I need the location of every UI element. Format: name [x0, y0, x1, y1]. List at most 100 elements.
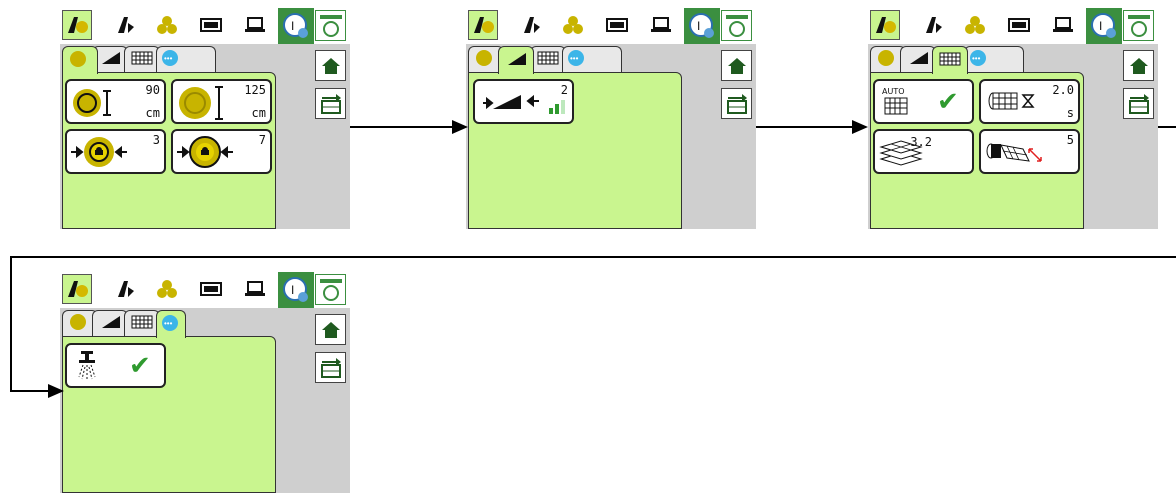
- clock-gear-icon[interactable]: I: [278, 272, 314, 308]
- tab-more[interactable]: •••: [156, 46, 216, 73]
- menu-arrow-icon[interactable]: [721, 88, 752, 119]
- svg-text:•••: •••: [164, 54, 173, 63]
- laptop-icon[interactable]: [646, 10, 676, 40]
- menu-arrow-icon[interactable]: [315, 352, 346, 383]
- tab-net[interactable]: [124, 46, 160, 73]
- tab-knife[interactable]: [498, 46, 534, 74]
- tile-value: 5: [1066, 133, 1074, 147]
- arrow-head: [852, 120, 868, 134]
- knives-icon: [481, 89, 541, 119]
- tab-more[interactable]: •••: [156, 310, 186, 338]
- content-panel: 90 cm 125 cm 3 7: [62, 72, 276, 229]
- menu-arrow-icon[interactable]: [1123, 88, 1154, 119]
- bales-icon[interactable]: [960, 10, 990, 40]
- menu-arrow-icon[interactable]: [315, 88, 346, 119]
- tractor-baler-icon[interactable]: [62, 274, 92, 304]
- tractor-baler-icon[interactable]: [468, 10, 498, 40]
- clock-gear-icon[interactable]: I: [1086, 8, 1122, 44]
- knife-tab-icon: [101, 50, 121, 70]
- arrow-head: [452, 120, 468, 134]
- screen-icon[interactable]: [602, 10, 632, 40]
- screen-icon[interactable]: [196, 274, 226, 304]
- tile-sprayer[interactable]: ✔: [65, 343, 166, 388]
- counter-reset-icon[interactable]: [315, 10, 346, 41]
- bales-icon[interactable]: [558, 10, 588, 40]
- counter-reset-icon[interactable]: [1123, 10, 1154, 41]
- svg-text:I: I: [697, 19, 700, 33]
- laptop-icon[interactable]: [1048, 10, 1078, 40]
- bales-icon[interactable]: [152, 10, 182, 40]
- screen-1: I ••• 90 cm 125 cm 3 7: [60, 8, 350, 229]
- laptop-icon[interactable]: [240, 274, 270, 304]
- sprayer-icon: [75, 349, 101, 387]
- tractor-baler-icon[interactable]: [62, 10, 92, 40]
- tile-density-core[interactable]: 3: [65, 129, 166, 174]
- tab-net[interactable]: [124, 310, 160, 337]
- tab-more[interactable]: •••: [562, 46, 622, 73]
- clock-gear-icon[interactable]: I: [278, 8, 314, 44]
- tile-value: 3: [152, 133, 160, 147]
- tab-net[interactable]: [530, 46, 566, 73]
- bales-icon[interactable]: [152, 274, 182, 304]
- tile-value: 7: [258, 133, 266, 147]
- svg-text:•••: •••: [570, 54, 579, 63]
- home-icon[interactable]: [1123, 50, 1154, 81]
- tab-knife[interactable]: [92, 310, 128, 337]
- top-toolbar: I: [60, 8, 350, 44]
- screen-icon[interactable]: [1004, 10, 1034, 40]
- baler-icon[interactable]: [110, 274, 140, 304]
- home-icon[interactable]: [315, 50, 346, 81]
- net-tab-icon: [131, 314, 153, 334]
- counter-reset-icon[interactable]: [315, 274, 346, 305]
- content-panel: AUTO ✔ 2.0 s 3.2 5: [870, 72, 1084, 229]
- tile-bale-diameter-small[interactable]: 90 cm: [65, 79, 166, 124]
- tile-density-outer[interactable]: 7: [171, 129, 272, 174]
- tile-knives[interactable]: 2: [473, 79, 574, 124]
- baler-icon[interactable]: [918, 10, 948, 40]
- content-panel: ✔: [62, 336, 276, 493]
- bale-density-core-icon: [71, 135, 127, 173]
- net-tab-icon: [537, 50, 559, 70]
- svg-text:•••: •••: [972, 54, 981, 63]
- tab-bale[interactable]: [62, 46, 98, 74]
- bale-tab-icon: [69, 50, 87, 72]
- bale-tab-icon: [69, 313, 87, 335]
- home-icon[interactable]: [315, 314, 346, 345]
- bale-diameter-large-icon: [177, 85, 227, 125]
- svg-text:I: I: [291, 19, 294, 33]
- more-tab-icon: •••: [161, 314, 179, 336]
- tab-knife[interactable]: [900, 46, 936, 73]
- tile-value: 2.0: [1052, 83, 1074, 97]
- bale-tab-icon: [475, 49, 493, 71]
- tile-net-wrap[interactable]: 5: [979, 129, 1080, 174]
- arrow-head: [48, 384, 64, 398]
- counter-reset-icon[interactable]: [721, 10, 752, 41]
- top-toolbar: I: [868, 8, 1158, 44]
- tile-unit: cm: [145, 106, 160, 120]
- tractor-baler-icon[interactable]: [870, 10, 900, 40]
- baler-icon[interactable]: [110, 10, 140, 40]
- signal-bars-icon: [548, 99, 566, 118]
- screen-3: I ••• AUTO ✔ 2.0 s 3.2 5: [868, 8, 1158, 229]
- tile-net-layers[interactable]: 3.2: [873, 129, 974, 174]
- tile-bale-diameter-large[interactable]: 125 cm: [171, 79, 272, 124]
- tab-net[interactable]: [932, 46, 968, 74]
- tile-net-delay[interactable]: 2.0 s: [979, 79, 1080, 124]
- top-toolbar: I: [60, 272, 350, 308]
- right-sidebar: [315, 272, 350, 383]
- baler-icon[interactable]: [516, 10, 546, 40]
- tile-value: 3.2: [910, 135, 932, 149]
- clock-gear-icon[interactable]: I: [684, 8, 720, 44]
- tab-more[interactable]: •••: [964, 46, 1024, 73]
- tile-value: 2: [560, 83, 568, 97]
- laptop-icon[interactable]: [240, 10, 270, 40]
- tab-bar: •••: [62, 46, 278, 74]
- check-icon: ✔: [937, 87, 959, 117]
- home-icon[interactable]: [721, 50, 752, 81]
- more-tab-icon: •••: [969, 49, 987, 71]
- tile-unit: cm: [251, 106, 266, 120]
- right-sidebar: [315, 8, 350, 119]
- screen-icon[interactable]: [196, 10, 226, 40]
- svg-text:•••: •••: [164, 319, 173, 328]
- tile-net-auto[interactable]: AUTO ✔: [873, 79, 974, 124]
